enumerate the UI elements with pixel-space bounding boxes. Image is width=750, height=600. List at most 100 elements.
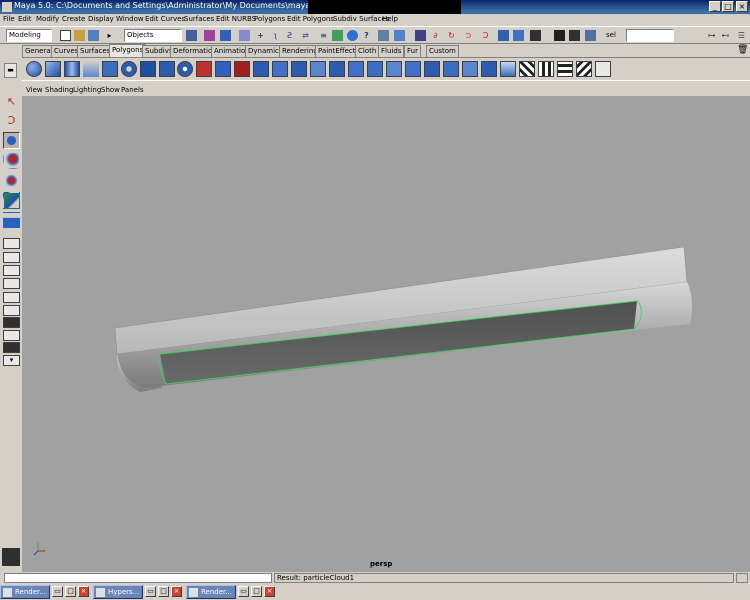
snap-curve-icon[interactable]: ʅ (270, 30, 281, 41)
lasso-icon[interactable]: Ɔ (480, 30, 491, 41)
snap-grid-icon[interactable]: + (255, 30, 266, 41)
merge-vertices-icon[interactable] (443, 61, 459, 77)
command-input[interactable] (4, 573, 272, 583)
planar-mapping-icon[interactable] (519, 61, 535, 77)
menu-modify[interactable]: Modify (36, 15, 59, 23)
create-polygon-icon[interactable] (196, 61, 212, 77)
maya-app-icon[interactable] (2, 2, 12, 12)
layout-persp-outliner-icon[interactable] (3, 317, 20, 328)
menu-window[interactable]: Window (116, 15, 144, 23)
close-small-button[interactable]: × (264, 586, 275, 597)
perspective-viewport[interactable]: persp (22, 96, 750, 572)
minimized-window-render-2[interactable]: Render... (186, 585, 236, 599)
menu-edit-polygons[interactable]: Edit Polygons (287, 15, 334, 23)
attribute-editor-toggle-icon[interactable]: ☰ (736, 30, 747, 41)
history-icon[interactable] (332, 30, 343, 41)
restore-button[interactable]: ▭ (145, 586, 156, 597)
poly-cone-icon[interactable] (83, 61, 99, 77)
snap-surface-icon[interactable]: ≡ (318, 30, 329, 41)
select-by-icon[interactable] (239, 30, 250, 41)
save-scene-icon[interactable] (88, 30, 99, 41)
channel-box-toggle-icon[interactable]: ⊶ (706, 30, 717, 41)
close-button[interactable]: × (736, 1, 748, 12)
magnet-icon[interactable]: ∂ (430, 30, 441, 41)
selection-mode-field[interactable]: Objects (124, 29, 182, 42)
render-settings-icon[interactable] (554, 30, 565, 41)
component-type-icon[interactable] (220, 30, 231, 41)
poly-helix-icon[interactable] (159, 61, 175, 77)
layout-single-icon[interactable] (3, 238, 20, 249)
tab-fur[interactable]: Fur (404, 45, 421, 57)
open-scene-icon[interactable] (74, 30, 85, 41)
smooth-icon[interactable] (405, 61, 421, 77)
input-ops-icon[interactable] (347, 30, 358, 41)
duplicate-face-icon[interactable] (329, 61, 345, 77)
extrude-face-icon[interactable] (272, 61, 288, 77)
layout-hypergraph-icon[interactable] (3, 342, 20, 353)
layout-four-icon[interactable] (3, 252, 20, 263)
menu-edit-curves[interactable]: Edit Curves (145, 15, 185, 23)
bevel-icon[interactable] (310, 61, 326, 77)
restore-button[interactable]: ▭ (52, 586, 63, 597)
layout-persp-graph-icon[interactable] (3, 292, 20, 303)
lasso-tool-icon[interactable]: Ↄ (3, 113, 20, 130)
shelf-options-icon[interactable]: ▬ (4, 63, 17, 78)
uv-editor-icon[interactable] (595, 61, 611, 77)
hierarchy-mode-icon[interactable] (186, 30, 197, 41)
rotate-tool-icon[interactable] (3, 172, 20, 189)
cut-faces-icon[interactable] (253, 61, 269, 77)
quick-select-field[interactable] (626, 29, 674, 42)
poly-cube-icon[interactable] (45, 61, 61, 77)
spherical-mapping-icon[interactable] (557, 61, 573, 77)
menu-edit[interactable]: Edit (18, 15, 32, 23)
poly-pipe-icon[interactable] (140, 61, 156, 77)
select-tool-icon[interactable]: ↖ (3, 94, 20, 111)
layout-two-horizontal-icon[interactable] (3, 278, 20, 289)
cylindrical-mapping-icon[interactable] (538, 61, 554, 77)
mark-icon[interactable]: ↻ (446, 30, 457, 41)
minimized-window-render-1[interactable]: Render... (0, 585, 50, 599)
minimize-button[interactable]: _ (709, 1, 721, 12)
tab-cloth[interactable]: Cloth (355, 45, 380, 57)
maximize-small-button[interactable]: □ (65, 586, 76, 597)
layer-editor-toggle-icon[interactable]: ⊷ (720, 30, 731, 41)
append-polygon-icon[interactable] (215, 61, 231, 77)
render-icon[interactable] (394, 30, 405, 41)
snap-view-icon[interactable]: ⇌ (300, 30, 311, 41)
combine-icon[interactable] (367, 61, 383, 77)
poly-torus-icon[interactable] (121, 61, 137, 77)
menu-help[interactable]: Help (382, 15, 398, 23)
menu-file[interactable]: File (3, 15, 15, 23)
construction-history-icon[interactable] (378, 30, 389, 41)
menu-display[interactable]: Display (88, 15, 114, 23)
panel-menu-view[interactable]: View (26, 86, 43, 94)
menu-polygons[interactable]: Polygons (254, 15, 285, 23)
extrude-edge-icon[interactable] (291, 61, 307, 77)
tab-surfaces[interactable]: Surfaces (77, 45, 114, 57)
menu-surfaces[interactable]: Surfaces (184, 15, 214, 23)
collapse-icon[interactable] (462, 61, 478, 77)
menu-subdiv-surfaces[interactable]: Subdiv Surfaces (333, 15, 389, 23)
layout-hypershade-icon[interactable] (3, 305, 20, 316)
close-small-button[interactable]: × (171, 586, 182, 597)
layout-menu-arrow-icon[interactable]: ▾ (3, 355, 20, 366)
panel-menu-shading[interactable]: Shading (45, 86, 73, 94)
menu-create[interactable]: Create (62, 15, 85, 23)
poke-face-icon[interactable] (500, 61, 516, 77)
separate-icon[interactable] (386, 61, 402, 77)
restore-button[interactable]: ▭ (238, 586, 249, 597)
maximize-small-button[interactable]: □ (251, 586, 262, 597)
batch-render-icon[interactable] (569, 30, 580, 41)
panel-menu-show[interactable]: Show (101, 86, 120, 94)
scale-tool-icon[interactable] (3, 192, 20, 209)
paint-select-tool-icon[interactable] (3, 132, 20, 149)
menuset-dropdown[interactable]: Modeling (6, 29, 52, 42)
clapper-icon[interactable] (530, 30, 541, 41)
unlink-icon[interactable]: ⊃ (463, 30, 474, 41)
poly-soccerball-icon[interactable] (177, 61, 193, 77)
subdivide-icon[interactable] (424, 61, 440, 77)
extract-icon[interactable] (348, 61, 364, 77)
tab-custom[interactable]: Custom (426, 45, 459, 57)
tab-polygons[interactable]: Polygons (109, 44, 147, 57)
maximize-button[interactable]: □ (722, 1, 734, 12)
